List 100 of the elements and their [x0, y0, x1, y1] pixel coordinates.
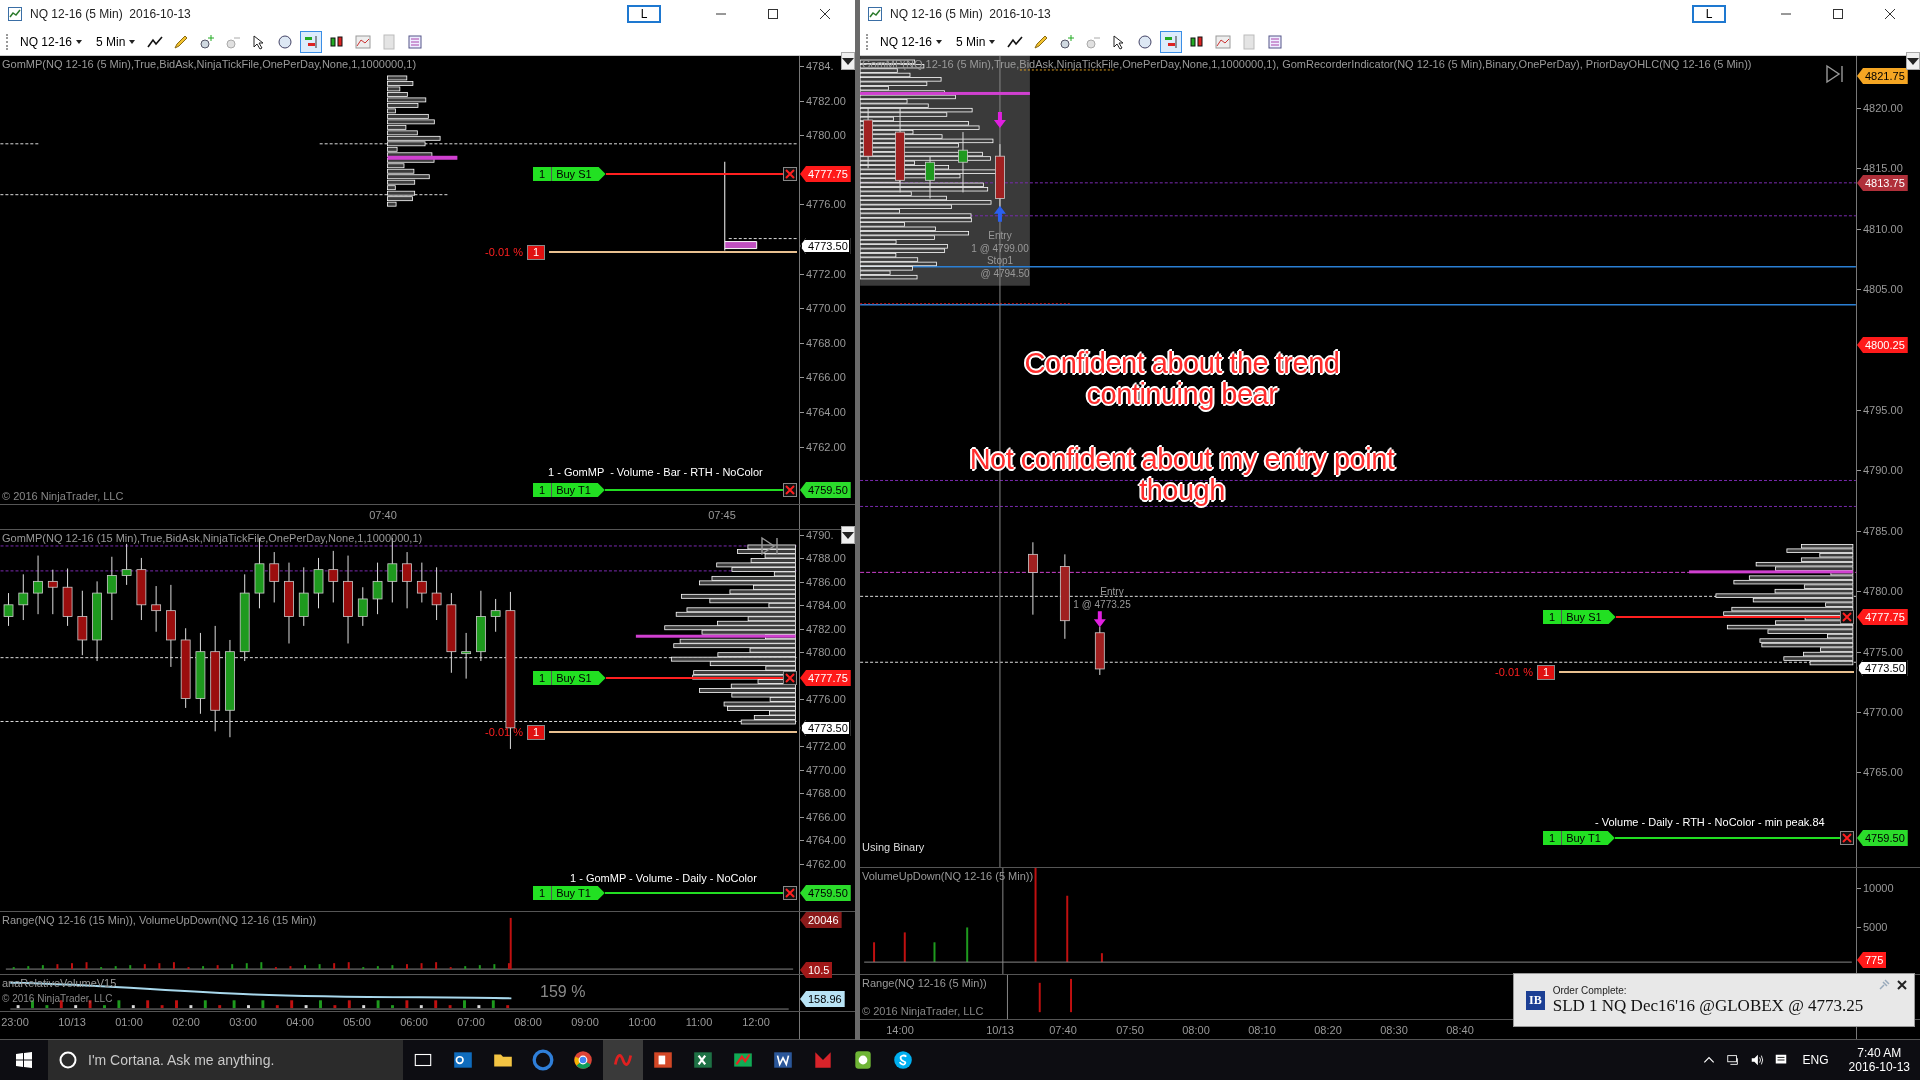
- price-label: 4777.75: [1857, 609, 1908, 625]
- price-tick: 4772.00: [800, 266, 846, 281]
- price-label: 4773.50: [800, 720, 851, 736]
- price-tick: 4762.00: [800, 439, 846, 454]
- position-pnl: -0.01 %: [484, 726, 523, 738]
- time-tick: 10/13: [986, 1024, 1014, 1036]
- price-tick: 4770.00: [800, 301, 846, 316]
- window-title: NQ 12-16 (5 Min) 2016-10-13: [30, 7, 191, 21]
- close-icon[interactable]: [1884, 8, 1896, 20]
- close-icon[interactable]: [1896, 979, 1908, 991]
- close-icon[interactable]: [819, 8, 831, 20]
- price-tick: 4780.00: [800, 645, 846, 659]
- price-tick: 4776.00: [800, 692, 846, 706]
- time-tick: 14:00: [886, 1024, 914, 1036]
- candle: [106, 556, 117, 621]
- position-quantity[interactable]: 1: [527, 724, 546, 740]
- maximize-icon[interactable]: [767, 8, 779, 20]
- time-tick: 08:40: [1446, 1024, 1474, 1036]
- price-tick: 4790.: [800, 527, 834, 542]
- search-field[interactable]: I'm Cortana. Ask me anything.: [88, 1040, 403, 1080]
- price-tick: 4788.00: [800, 551, 846, 565]
- price-tick: 5000: [1857, 920, 1888, 934]
- skip-to-end-icon[interactable]: [760, 536, 780, 556]
- price-tick: 4765.00: [1857, 765, 1903, 780]
- price-label: 4813.75: [1857, 175, 1908, 191]
- time-tick: 12:00: [742, 1016, 770, 1028]
- chart-icon: [8, 7, 22, 21]
- price-label: 4773.50: [1857, 660, 1908, 676]
- dropdown-button[interactable]: [841, 52, 855, 70]
- indicator-label: VolumeUpDown(NQ 12-16 (5 Min)): [862, 870, 1034, 882]
- link-button[interactable]: L: [1692, 5, 1726, 23]
- candle: [33, 555, 43, 615]
- order-tag[interactable]: 1 Buy T1: [533, 886, 605, 900]
- order-tag[interactable]: 1 Buy S1: [533, 167, 606, 181]
- trade-note: @ 4794.50: [980, 268, 1030, 279]
- position-quantity[interactable]: 1: [527, 244, 546, 260]
- candle: [121, 543, 132, 586]
- candle: [402, 551, 412, 609]
- cancel-order-button[interactable]: [783, 167, 797, 181]
- link-button[interactable]: L: [627, 5, 661, 23]
- dropdown-button[interactable]: [841, 526, 855, 544]
- indicator-label: GomMP(NQ 12-16 (15 Min),True,BidAsk,NinjaTickFile,OnePerDay,None,1,1000000,1): [2, 532, 423, 544]
- cancel-order-button[interactable]: [1840, 831, 1854, 845]
- time-tick: 23:00: [1, 1016, 29, 1028]
- price-label: 775: [1857, 952, 1887, 968]
- chart-trader-icon[interactable]: [1161, 31, 1182, 52]
- copyright-text: © 2016 NinjaTrader, LLC: [2, 490, 124, 502]
- time-tick: 07:40: [369, 509, 397, 521]
- copyright-text: © 2016 NinjaTrader, LLC: [862, 1005, 984, 1017]
- price-tick: 4810.00: [1857, 221, 1903, 236]
- notification-message: SLD 1 NQ Dec16'16 @GLOBEX @ 4773.25: [1552, 995, 1864, 1016]
- window-title: NQ 12-16 (5 Min) 2016-10-13: [890, 7, 1051, 21]
- price-tick: 4780.00: [800, 128, 846, 143]
- instrument-dropdown[interactable]: NQ 12-16: [16, 34, 87, 49]
- chart-trader-icon[interactable]: [301, 31, 322, 52]
- order-tag[interactable]: 1 Buy S1: [533, 671, 606, 685]
- candle: [3, 592, 14, 627]
- instrument-dropdown[interactable]: NQ 12-16: [876, 34, 947, 49]
- candle: [357, 586, 368, 627]
- cancel-order-button[interactable]: [1840, 610, 1854, 624]
- time-tick: 02:00: [172, 1016, 200, 1028]
- order-tag[interactable]: 1 Buy T1: [533, 483, 605, 497]
- price-tick: 4775.00: [1857, 644, 1903, 659]
- candle: [863, 107, 873, 169]
- dropdown-button[interactable]: [1906, 52, 1920, 70]
- position-pnl: -0.01 %: [1494, 666, 1533, 678]
- trade-note: Entry: [988, 230, 1012, 241]
- time-tick: 08:20: [1314, 1024, 1342, 1036]
- price-tick: 4764.00: [800, 833, 846, 847]
- position-quantity[interactable]: 1: [1537, 664, 1556, 680]
- price-tick: 4766.00: [800, 809, 846, 824]
- order-tag[interactable]: 1 Buy S1: [1543, 610, 1616, 624]
- maximize-icon[interactable]: [1832, 8, 1844, 20]
- interval-dropdown[interactable]: 5 Min: [952, 34, 1000, 49]
- trade-note: 1 @ 4799.00: [971, 243, 1029, 254]
- price-label: 4759.50: [1857, 830, 1908, 846]
- price-label: 10.5: [800, 962, 833, 978]
- price-label: 4777.75: [800, 166, 851, 182]
- time-tick: 08:10: [1248, 1024, 1276, 1036]
- price-tick: 4786.00: [800, 574, 846, 589]
- candle: [372, 562, 383, 615]
- price-tick: 4762.00: [800, 856, 846, 871]
- skip-to-end-icon[interactable]: [1825, 64, 1845, 84]
- cancel-order-button[interactable]: [783, 483, 797, 497]
- price-tick: 4782.00: [800, 621, 846, 636]
- cancel-order-button[interactable]: [783, 886, 797, 900]
- price-label: 4759.50: [800, 885, 851, 901]
- time-tick: 08:30: [1380, 1024, 1408, 1036]
- candle: [958, 131, 968, 193]
- clock-time: 7:40 AM: [1857, 1046, 1902, 1060]
- price-tick: 4768.00: [800, 335, 846, 350]
- language-indicator[interactable]: ENG: [1792, 1053, 1839, 1067]
- price-label: 4777.75: [800, 670, 851, 686]
- cancel-order-button[interactable]: [783, 671, 797, 685]
- time-tick: 08:00: [514, 1016, 542, 1028]
- annotation-text: Confident about the trend continuing bear: [1023, 348, 1341, 410]
- annotation-text: Not confident about my entry point though: [968, 444, 1396, 506]
- interval-dropdown[interactable]: 5 Min: [92, 34, 140, 49]
- order-tag[interactable]: 1 Buy T1: [1543, 831, 1615, 845]
- candle: [77, 590, 88, 656]
